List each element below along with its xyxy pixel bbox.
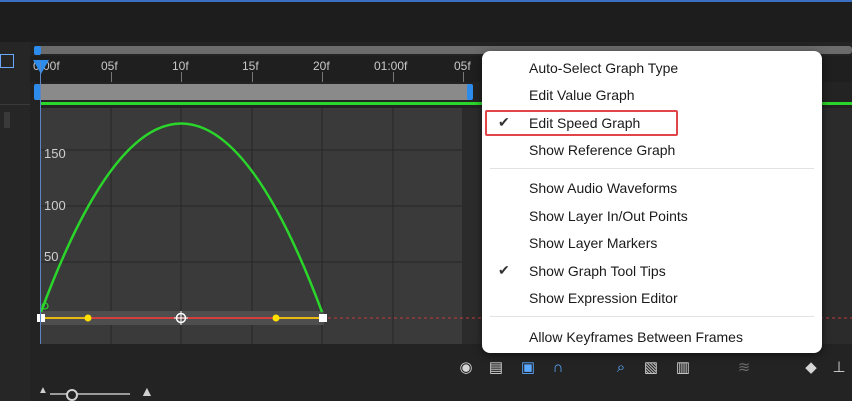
menu-separator bbox=[490, 316, 814, 317]
graph-options-menu: Auto-Select Graph Type Edit Value Graph … bbox=[482, 51, 822, 353]
menu-item-label: Show Expression Editor bbox=[529, 290, 678, 306]
menu-item-label: Show Layer Markers bbox=[529, 235, 658, 251]
easy-ease-icon[interactable]: ⊥ bbox=[828, 356, 850, 378]
menu-item-label: Allow Keyframes Between Frames bbox=[529, 329, 743, 345]
y-axis-label: 100 bbox=[44, 198, 66, 213]
checkmark-icon: ✔ bbox=[498, 262, 510, 278]
keyframe-end[interactable] bbox=[319, 314, 327, 322]
y-axis-label: 150 bbox=[44, 146, 66, 161]
graph-options-icon[interactable]: ▤ bbox=[485, 356, 507, 378]
menu-item-label: Show Graph Tool Tips bbox=[529, 263, 666, 279]
menu-item-show-audio-waveforms[interactable]: Show Audio Waveforms bbox=[482, 176, 822, 200]
menu-item-auto-select-graph-type[interactable]: Auto-Select Graph Type bbox=[482, 56, 822, 80]
menu-item-show-graph-tool-tips[interactable]: ✔ Show Graph Tool Tips bbox=[482, 259, 822, 283]
keyframe-diamond-icon[interactable]: ◆ bbox=[800, 356, 822, 378]
zoom-slider-track[interactable] bbox=[50, 393, 130, 395]
menu-item-edit-value-graph[interactable]: Edit Value Graph bbox=[482, 83, 822, 107]
menu-item-show-expression-editor[interactable]: Show Expression Editor bbox=[482, 286, 822, 310]
y-axis-label: 50 bbox=[44, 249, 59, 264]
fit-full-icon[interactable]: ▥ bbox=[672, 356, 694, 378]
highlight-annotation-box bbox=[485, 110, 678, 136]
menu-item-show-reference-graph[interactable]: Show Reference Graph bbox=[482, 138, 822, 162]
bezier-handle[interactable] bbox=[84, 314, 92, 322]
bezier-handle[interactable] bbox=[272, 314, 280, 322]
transform-box-icon[interactable]: ▣ bbox=[517, 356, 539, 378]
menu-item-label: Edit Value Graph bbox=[529, 87, 635, 103]
menu-item-show-layer-markers[interactable]: Show Layer Markers bbox=[482, 231, 822, 255]
zoom-out-icon[interactable]: ▲ bbox=[38, 385, 48, 396]
fit-selection-icon[interactable]: ⌕ bbox=[610, 356, 632, 378]
playhead-line bbox=[40, 62, 41, 344]
menu-item-label: Show Audio Waveforms bbox=[529, 180, 678, 196]
graph-grid bbox=[40, 108, 462, 344]
fit-all-icon[interactable]: ▧ bbox=[640, 356, 662, 378]
menu-item-label: Show Reference Graph bbox=[529, 142, 676, 158]
separate-dimensions-icon[interactable]: ≋ bbox=[733, 356, 755, 378]
menu-item-label: Show Layer In/Out Points bbox=[529, 208, 688, 224]
keyframe-start[interactable] bbox=[37, 314, 45, 322]
menu-item-allow-keyframes-between-frames[interactable]: Allow Keyframes Between Frames bbox=[482, 325, 822, 349]
menu-separator bbox=[490, 168, 814, 169]
snap-magnet-icon[interactable]: ∩ bbox=[547, 356, 569, 378]
zoom-slider-knob[interactable] bbox=[66, 389, 78, 401]
playhead-handle[interactable] bbox=[33, 60, 49, 74]
eye-icon[interactable]: ◉ bbox=[455, 356, 477, 378]
zoom-in-icon[interactable]: ▲ bbox=[140, 383, 154, 399]
menu-item-show-layer-in-out-points[interactable]: Show Layer In/Out Points bbox=[482, 204, 822, 228]
menu-item-label: Auto-Select Graph Type bbox=[529, 60, 679, 76]
